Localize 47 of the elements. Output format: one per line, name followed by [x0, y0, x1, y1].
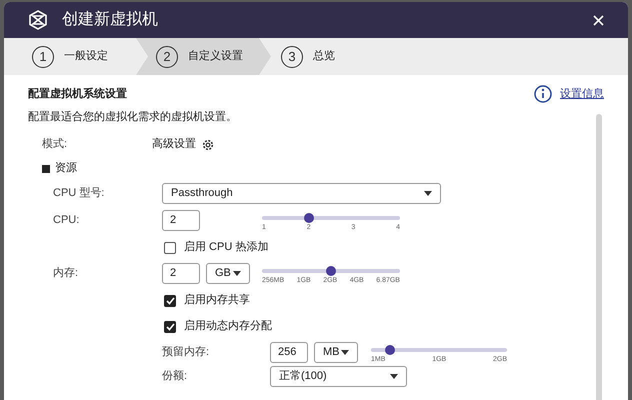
- slider-thumb[interactable]: [326, 266, 336, 276]
- step-number: 1: [32, 46, 54, 68]
- field-label: 预留内存:: [162, 345, 210, 360]
- group-title: 资源: [55, 161, 77, 176]
- number-field[interactable]: 2: [162, 263, 200, 284]
- slider-track[interactable]: [371, 348, 507, 352]
- slider-track[interactable]: [262, 268, 400, 273]
- cpu-model-dropdown[interactable]: Passthrough: [162, 183, 441, 204]
- step-number: 2: [156, 46, 178, 68]
- checkbox[interactable]: [164, 294, 176, 306]
- field-label: CPU 型号:: [53, 186, 106, 202]
- caret-icon: [233, 271, 241, 276]
- step-tab[interactable]: 3 总览: [271, 38, 363, 75]
- checkbox-label: 启用内存共享: [184, 292, 250, 308]
- settings-info-link[interactable]: 设置信息: [560, 86, 604, 102]
- checkbox[interactable]: [164, 242, 176, 254]
- checkbox[interactable]: [164, 320, 176, 332]
- slider-thumb[interactable]: [304, 212, 314, 223]
- section-description: 配置最适合您的虚拟化需求的虚拟机设置。: [28, 110, 238, 125]
- field-label: CPU:: [53, 213, 80, 228]
- step-tab[interactable]: 1 一般设定: [22, 38, 136, 75]
- scrollbar[interactable]: [596, 114, 602, 400]
- caret-icon: [424, 191, 432, 196]
- field-label: 内存:: [53, 266, 80, 282]
- step-tab[interactable]: 2 自定义设置: [136, 38, 271, 75]
- caret-icon: [390, 374, 398, 379]
- share-dropdown[interactable]: 正常(100): [270, 366, 407, 387]
- info-icon: [534, 85, 552, 103]
- mode-value: 高级设置: [152, 136, 196, 152]
- slider-thumb[interactable]: [385, 344, 396, 355]
- settings-icon[interactable]: [202, 138, 214, 150]
- unit-dropdown[interactable]: MB: [314, 342, 358, 363]
- logo-icon: [28, 10, 48, 30]
- bullet-icon: [42, 164, 50, 172]
- checkbox-label: 启用动态内存分配: [184, 318, 272, 334]
- step-number: 3: [281, 46, 303, 68]
- number-field[interactable]: 2: [162, 210, 200, 231]
- caret-icon: [341, 350, 349, 355]
- slider-track[interactable]: [262, 216, 400, 220]
- checkbox-label: 启用 CPU 热添加: [184, 240, 268, 256]
- unit-dropdown[interactable]: GB: [206, 263, 250, 284]
- number-field[interactable]: 256: [270, 342, 308, 363]
- close-icon[interactable]: [593, 14, 604, 26]
- field-label: 模式:: [42, 137, 68, 152]
- field-label: 份额:: [162, 368, 188, 384]
- section-title: 配置虚拟机系统设置: [28, 86, 127, 102]
- window-title: 创建新虚拟机: [62, 10, 158, 30]
